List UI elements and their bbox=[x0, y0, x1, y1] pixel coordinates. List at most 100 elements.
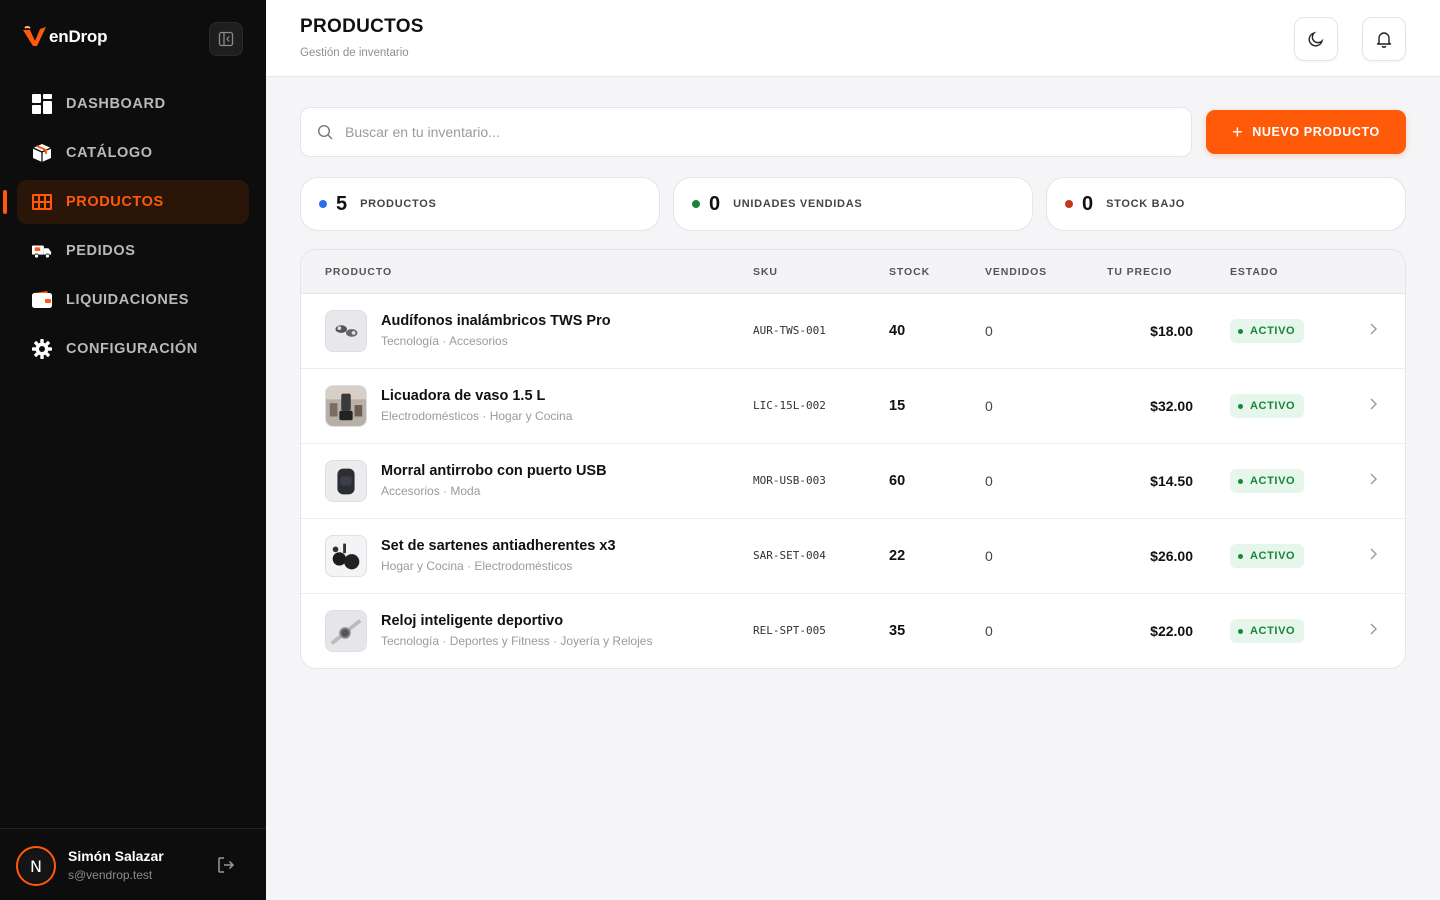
sidebar-item-dashboard[interactable]: DASHBOARD bbox=[17, 82, 249, 126]
sidebar-nav: DASHBOARD CATÁLOGO PRODUCTOS PEDIDOS LIQ… bbox=[0, 82, 266, 376]
product-categories: Hogar y Cocina · Electrodomésticos bbox=[381, 559, 573, 573]
product-thumbnail bbox=[325, 610, 367, 652]
sidebar-item-label: PRODUCTOS bbox=[66, 194, 164, 210]
product-price: $32.00 bbox=[1150, 398, 1193, 414]
wallet-icon bbox=[32, 290, 52, 310]
products-table: PRODUCTO SKU STOCK VENDIDOS TU PRECIO ES… bbox=[300, 249, 1406, 669]
plus-icon: + bbox=[1232, 122, 1244, 142]
sidebar-item-label: CONFIGURACIÓN bbox=[66, 341, 198, 357]
product-stock: 40 bbox=[889, 323, 906, 339]
sidebar-item-liquidaciones[interactable]: LIQUIDACIONES bbox=[17, 278, 249, 322]
table-row[interactable]: Audífonos inalámbricos TWS Pro Tecnologí… bbox=[301, 294, 1405, 369]
table-row[interactable]: Morral antirrobo con puerto USB Accesori… bbox=[301, 444, 1405, 519]
notifications-button[interactable] bbox=[1362, 17, 1406, 61]
sidebar-collapse-icon bbox=[218, 31, 234, 47]
product-sku: AUR-TWS-001 bbox=[753, 324, 826, 337]
chevron-right-icon[interactable] bbox=[1367, 397, 1379, 411]
stat-dot bbox=[319, 200, 327, 208]
new-product-label: NUEVO PRODUCTO bbox=[1252, 125, 1380, 139]
brand-logo-icon bbox=[23, 26, 46, 46]
product-name: Morral antirrobo con puerto USB bbox=[381, 463, 607, 479]
gear-icon bbox=[32, 339, 52, 359]
search-input[interactable] bbox=[345, 124, 1145, 140]
product-price: $18.00 bbox=[1150, 323, 1193, 339]
sidebar: enDrop DASHBOARD CATÁLOGO PRODUCTOS PEDI… bbox=[0, 0, 266, 900]
status-label: ACTIVO bbox=[1250, 625, 1296, 637]
status-badge: ACTIVO bbox=[1230, 319, 1305, 343]
stat-dot bbox=[1065, 200, 1073, 208]
page-subtitle: Gestión de inventario bbox=[300, 47, 409, 59]
search-icon bbox=[317, 124, 333, 140]
product-name: Set de sartenes antiadherentes x3 bbox=[381, 538, 616, 554]
stat-value: 0 bbox=[709, 192, 721, 215]
product-categories: Tecnología · Deportes y Fitness · Joyerí… bbox=[381, 634, 653, 648]
table-row[interactable]: Reloj inteligente deportivo Tecnología ·… bbox=[301, 594, 1405, 668]
product-sold: 0 bbox=[985, 473, 993, 489]
table-row[interactable]: Licuadora de vaso 1.5 L Electrodoméstico… bbox=[301, 369, 1405, 444]
dashboard-icon bbox=[32, 94, 52, 114]
search-bar bbox=[300, 107, 1192, 157]
column-header-product[interactable]: PRODUCTO bbox=[325, 266, 392, 278]
brand-name: enDrop bbox=[49, 27, 108, 46]
column-header-stock[interactable]: STOCK bbox=[889, 266, 930, 278]
stat-label: STOCK BAJO bbox=[1106, 198, 1186, 210]
sidebar-item-label: LIQUIDACIONES bbox=[66, 292, 189, 308]
stat-value: 5 bbox=[336, 192, 348, 215]
product-thumbnail bbox=[325, 535, 367, 577]
status-dot bbox=[1238, 478, 1243, 484]
sidebar-item-productos[interactable]: PRODUCTOS bbox=[3, 180, 249, 224]
product-name: Licuadora de vaso 1.5 L bbox=[381, 388, 546, 404]
user-profile: N Simón Salazar s@vendrop.test bbox=[0, 828, 266, 900]
chevron-right-icon[interactable] bbox=[1367, 472, 1379, 486]
stat-card-stock-bajo: 0 STOCK BAJO bbox=[1046, 177, 1406, 231]
page-title: PRODUCTOS bbox=[300, 16, 424, 37]
sidebar-item-label: CATÁLOGO bbox=[66, 145, 153, 161]
avatar[interactable]: N bbox=[16, 846, 56, 886]
product-name: Reloj inteligente deportivo bbox=[381, 613, 564, 629]
product-price: $22.00 bbox=[1150, 623, 1193, 639]
moon-icon bbox=[1308, 31, 1324, 47]
status-dot bbox=[1238, 403, 1243, 409]
column-header-status[interactable]: ESTADO bbox=[1230, 266, 1278, 278]
theme-toggle-button[interactable] bbox=[1294, 17, 1338, 61]
sidebar-item-label: PEDIDOS bbox=[66, 243, 136, 259]
logout-icon[interactable] bbox=[216, 855, 236, 875]
sidebar-item-catalogo[interactable]: CATÁLOGO bbox=[17, 131, 249, 175]
stat-card-productos: 5 PRODUCTOS bbox=[300, 177, 660, 231]
status-label: ACTIVO bbox=[1250, 325, 1296, 337]
sidebar-item-configuracion[interactable]: CONFIGURACIÓN bbox=[17, 327, 249, 371]
products-grid-icon bbox=[32, 192, 52, 212]
product-sku: SAR-SET-004 bbox=[753, 549, 826, 562]
product-sold: 0 bbox=[985, 623, 993, 639]
product-categories: Tecnología · Accesorios bbox=[381, 334, 508, 348]
product-sku: MOR-USB-003 bbox=[753, 474, 826, 487]
product-stock: 35 bbox=[889, 623, 906, 639]
status-label: ACTIVO bbox=[1250, 400, 1296, 412]
chevron-right-icon[interactable] bbox=[1367, 322, 1379, 336]
product-stock: 60 bbox=[889, 473, 906, 489]
box-icon bbox=[32, 143, 52, 163]
product-sku: LIC-15L-002 bbox=[753, 399, 826, 412]
user-email: s@vendrop.test bbox=[68, 868, 153, 882]
sidebar-collapse-button[interactable] bbox=[209, 22, 243, 56]
page-header: PRODUCTOS Gestión de inventario bbox=[266, 0, 1440, 77]
table-row[interactable]: Set de sartenes antiadherentes x3 Hogar … bbox=[301, 519, 1405, 594]
chevron-right-icon[interactable] bbox=[1367, 622, 1379, 636]
chevron-right-icon[interactable] bbox=[1367, 547, 1379, 561]
column-header-sold[interactable]: VENDIDOS bbox=[985, 266, 1047, 278]
product-thumbnail bbox=[325, 310, 367, 352]
user-name: Simón Salazar bbox=[68, 848, 164, 864]
stat-card-unidades-vendidas: 0 UNIDADES VENDIDAS bbox=[673, 177, 1033, 231]
column-header-price[interactable]: TU PRECIO bbox=[1107, 266, 1172, 278]
sidebar-item-pedidos[interactable]: PEDIDOS bbox=[17, 229, 249, 273]
brand-logo[interactable]: enDrop bbox=[22, 26, 108, 48]
status-badge: ACTIVO bbox=[1230, 544, 1305, 568]
status-label: ACTIVO bbox=[1250, 550, 1296, 562]
status-badge: ACTIVO bbox=[1230, 394, 1305, 418]
status-label: ACTIVO bbox=[1250, 475, 1296, 487]
product-price: $26.00 bbox=[1150, 548, 1193, 564]
status-dot bbox=[1238, 553, 1243, 559]
new-product-button[interactable]: + NUEVO PRODUCTO bbox=[1206, 110, 1406, 154]
column-header-sku[interactable]: SKU bbox=[753, 266, 778, 278]
product-thumbnail bbox=[325, 385, 367, 427]
